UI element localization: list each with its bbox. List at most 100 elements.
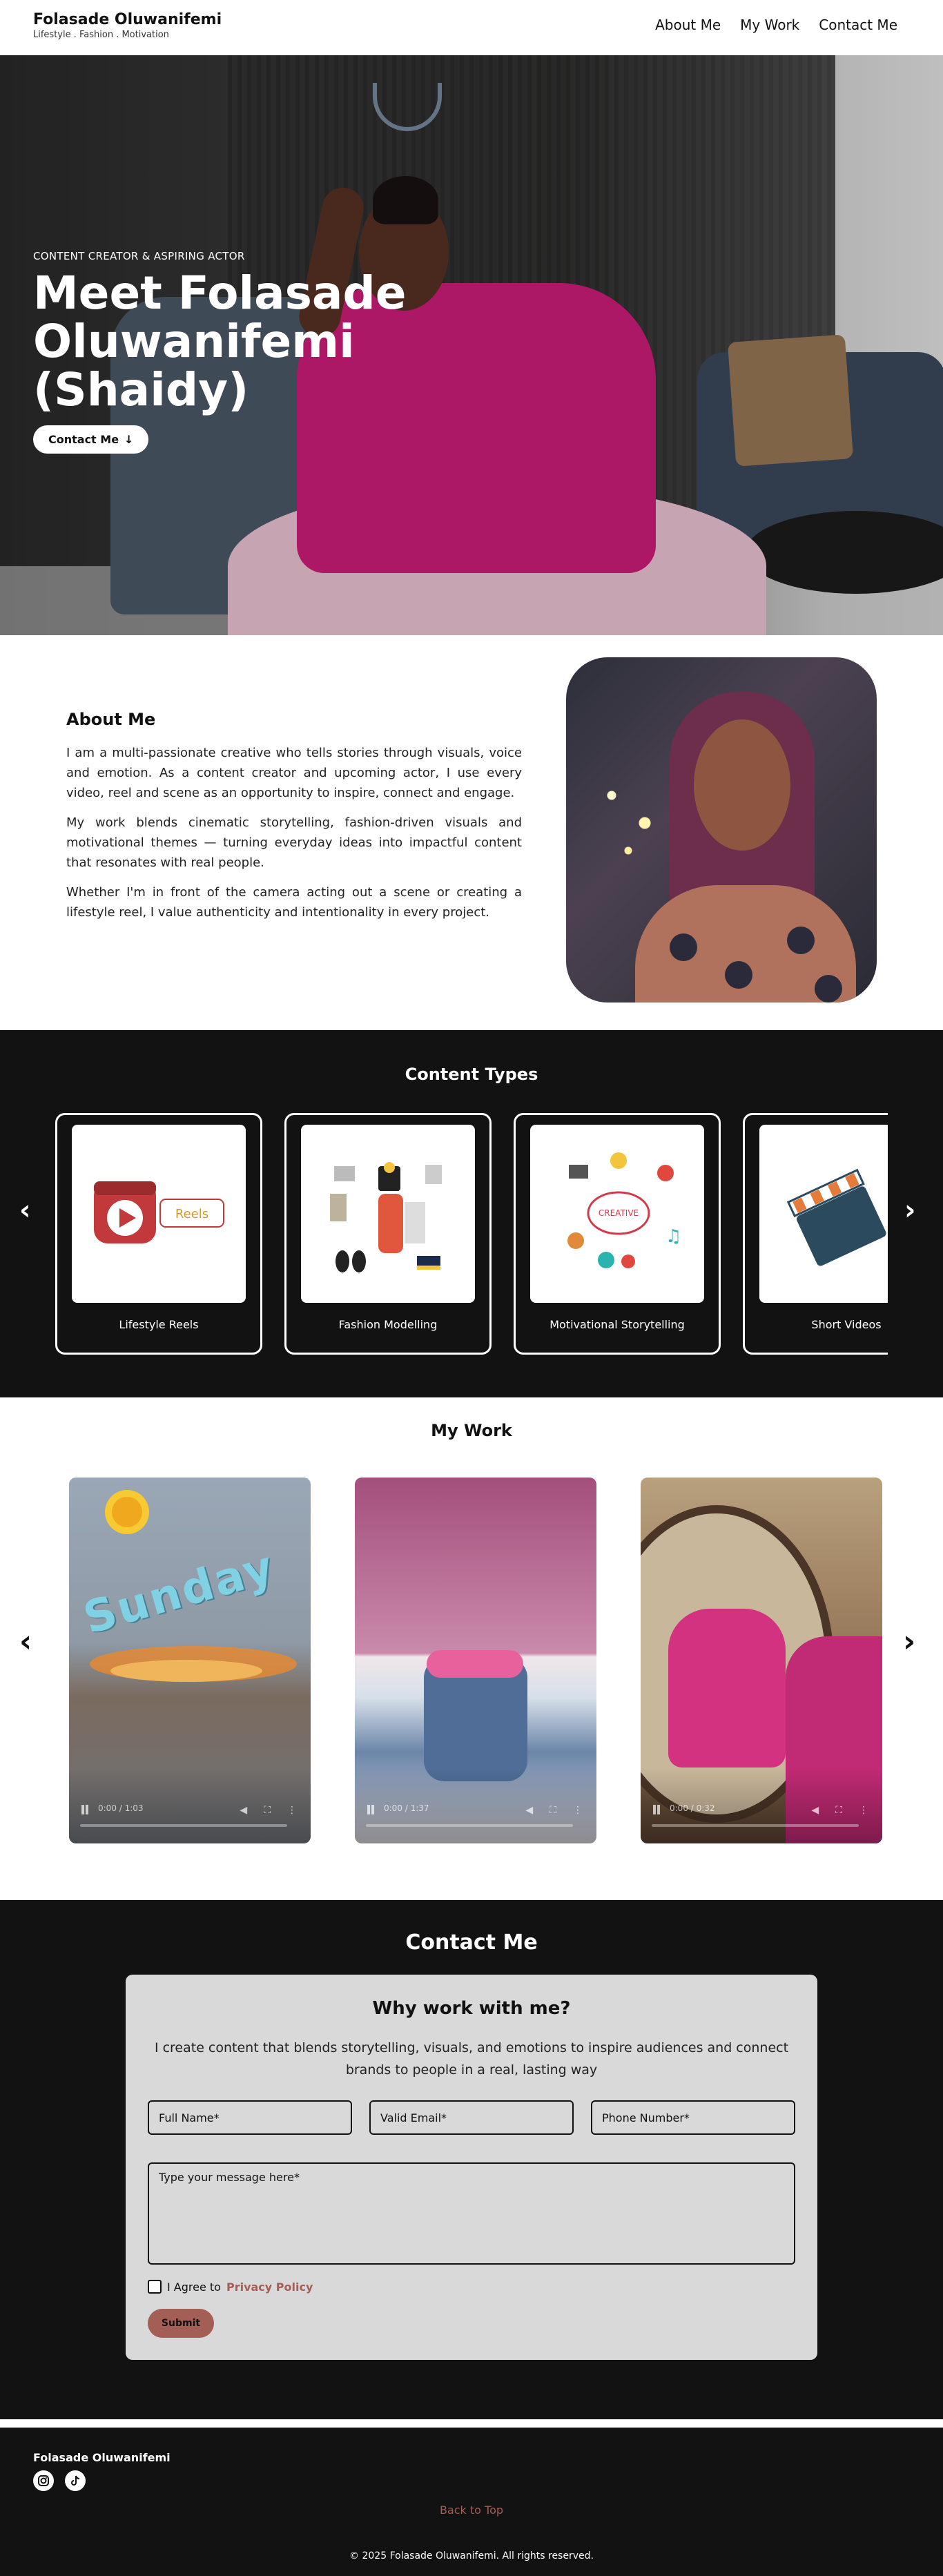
contact-section: Contact Me Why work with me? I create co…	[0, 1900, 943, 2419]
shirt-dot	[787, 927, 815, 954]
video-subject-top	[427, 1650, 523, 1678]
video-player[interactable]: Sunday 0:00 / 1:03 ◀ ⛶ ⋮	[69, 1478, 311, 1843]
fullscreen-icon[interactable]: ⛶	[550, 1805, 556, 1816]
video-player[interactable]: 0:00 / 1:37 ◀ ⛶ ⋮	[355, 1478, 596, 1843]
content-type-card[interactable]: Short Videos	[743, 1113, 888, 1355]
content-type-card[interactable]: Fashion Modelling	[284, 1113, 492, 1355]
submit-button[interactable]: Submit	[148, 2309, 214, 2338]
phone-field[interactable]	[591, 2100, 795, 2135]
nav-contact-me[interactable]: Contact Me	[819, 17, 897, 33]
creative-badge-text: CREATIVE	[599, 1208, 639, 1218]
video-time: 0:00 / 1:37	[384, 1803, 429, 1813]
video-player[interactable]: 0:00 / 0:32 ◀ ⛶ ⋮	[641, 1478, 882, 1843]
contact-form-card: Why work with me? I create content that …	[126, 1975, 817, 2360]
brand-name[interactable]: Folasade Oluwanifemi	[33, 11, 222, 28]
pause-icon[interactable]	[80, 1805, 90, 1814]
fullscreen-icon[interactable]: ⛶	[264, 1805, 271, 1816]
more-options-icon[interactable]: ⋮	[287, 1805, 297, 1816]
more-options-icon[interactable]: ⋮	[859, 1805, 868, 1816]
shirt-dot	[670, 933, 697, 961]
svg-text:♫: ♫	[665, 1226, 681, 1247]
reels-badge-text: Reels	[175, 1207, 208, 1221]
main-nav: About Me My Work Contact Me	[655, 17, 897, 33]
privacy-checkbox[interactable]	[148, 2280, 162, 2294]
volume-icon[interactable]: ◀	[240, 1805, 247, 1816]
hero-kicker: CONTENT CREATOR & ASPIRING ACTOR	[33, 250, 245, 262]
site-footer: Folasade Oluwanifemi Back to Top © 2025 …	[0, 2428, 943, 2576]
video-progress-bar[interactable]	[80, 1824, 287, 1827]
content-type-card[interactable]: Reels Lifestyle Reels	[55, 1113, 262, 1355]
video-control-icons: ◀ ⛶ ⋮	[240, 1805, 297, 1816]
my-work-heading: My Work	[431, 1421, 512, 1440]
content-type-label: Short Videos	[811, 1318, 882, 1331]
video-controls: 0:00 / 1:03 ◀ ⛶ ⋮	[69, 1768, 311, 1843]
more-options-icon[interactable]: ⋮	[573, 1805, 583, 1816]
content-type-card[interactable]: CREATIVE ♫ Motivational Storytelling	[514, 1113, 721, 1355]
fashion-items-icon	[301, 1125, 475, 1303]
video-progress-bar[interactable]	[652, 1824, 859, 1827]
about-heading: About Me	[66, 710, 156, 729]
full-name-field[interactable]	[148, 2100, 352, 2135]
reels-icon: Reels	[72, 1125, 246, 1303]
pause-icon[interactable]	[366, 1805, 376, 1814]
about-section: About Me I am a multi-passionate creativ…	[0, 635, 943, 1030]
copyright: © 2025 Folasade Oluwanifemi. All rights …	[349, 2550, 594, 2562]
hero-title: Meet Folasade Oluwanifemi (Shaidy)	[33, 267, 407, 416]
content-types-carousel: Reels Lifestyle Reels Fashion Modelling …	[55, 1112, 888, 1356]
footer-divider	[0, 2419, 943, 2428]
site-header: Folasade Oluwanifemi Lifestyle . Fashion…	[0, 0, 943, 55]
content-type-label: Fashion Modelling	[338, 1318, 438, 1331]
arrow-down-icon: ↓	[124, 433, 134, 446]
brand-tagline: Lifestyle . Fashion . Motivation	[33, 30, 169, 40]
about-portrait-photo	[566, 657, 877, 1003]
instagram-icon[interactable]	[33, 2470, 54, 2491]
work-prev-arrow[interactable]: ‹	[19, 1624, 32, 1659]
volume-icon[interactable]: ◀	[811, 1805, 819, 1816]
privacy-agree: I Agree to Privacy Policy	[148, 2280, 313, 2294]
portrait-face	[694, 719, 790, 851]
video-control-icons: ◀ ⛶ ⋮	[811, 1805, 868, 1816]
back-to-top-link[interactable]: Back to Top	[0, 2504, 943, 2517]
video-progress-bar[interactable]	[366, 1824, 573, 1827]
agree-text: I Agree to	[167, 2280, 221, 2294]
volume-icon[interactable]: ◀	[525, 1805, 533, 1816]
hero-text: CONTENT CREATOR & ASPIRING ACTOR Meet Fo…	[33, 250, 558, 454]
video-time: 0:00 / 0:32	[670, 1803, 715, 1813]
nav-my-work[interactable]: My Work	[740, 17, 799, 33]
message-field[interactable]	[148, 2162, 795, 2265]
contact-heading: Contact Me	[405, 1930, 538, 1955]
footer-name: Folasade Oluwanifemi	[33, 2451, 171, 2464]
about-text: About Me I am a multi-passionate creativ…	[66, 710, 522, 932]
video-controls: 0:00 / 0:32 ◀ ⛶ ⋮	[641, 1768, 882, 1843]
nav-about-me[interactable]: About Me	[655, 17, 721, 33]
carousel-prev-arrow[interactable]: ‹	[19, 1194, 30, 1226]
contact-card-title: Why work with me?	[372, 1998, 571, 2019]
email-field[interactable]	[369, 2100, 574, 2135]
hero-contact-button-label: Contact Me	[48, 433, 119, 446]
shirt-dot	[725, 961, 752, 989]
privacy-policy-link[interactable]: Privacy Policy	[226, 2280, 313, 2294]
content-types-heading: Content Types	[405, 1065, 538, 1084]
video-subject	[668, 1609, 786, 1768]
contact-intro: I create content that blends storytellin…	[154, 2040, 789, 2078]
video-control-icons: ◀ ⛶ ⋮	[525, 1805, 583, 1816]
content-type-label: Lifestyle Reels	[119, 1318, 199, 1331]
pause-icon[interactable]	[652, 1805, 661, 1814]
fullscreen-icon[interactable]: ⛶	[835, 1805, 842, 1816]
clapperboard-icon	[759, 1125, 888, 1303]
content-type-label: Motivational Storytelling	[550, 1318, 685, 1331]
hero-section: CONTENT CREATOR & ASPIRING ACTOR Meet Fo…	[0, 55, 943, 635]
about-paragraph: My work blends cinematic storytelling, f…	[66, 815, 522, 870]
creative-brain-icon: CREATIVE ♫	[530, 1125, 704, 1303]
content-types-section: Content Types ‹ Reels Lifestyle Reels Fa…	[0, 1030, 943, 1397]
video-time: 0:00 / 1:03	[98, 1803, 144, 1813]
tiktok-icon[interactable]	[65, 2470, 86, 2491]
work-next-arrow[interactable]: ›	[903, 1624, 915, 1659]
about-paragraph: Whether I'm in front of the camera actin…	[66, 885, 522, 920]
hero-contact-button[interactable]: Contact Me ↓	[33, 425, 149, 454]
shirt-dot	[815, 975, 842, 1003]
my-work-section: My Work ‹ Sunday 0:00 / 1:03 ◀ ⛶ ⋮ 0:00 …	[0, 1397, 943, 1900]
fairy-lights	[587, 740, 670, 878]
carousel-next-arrow[interactable]: ›	[904, 1194, 915, 1226]
brand[interactable]: Folasade Oluwanifemi Lifestyle . Fashion…	[33, 11, 222, 40]
